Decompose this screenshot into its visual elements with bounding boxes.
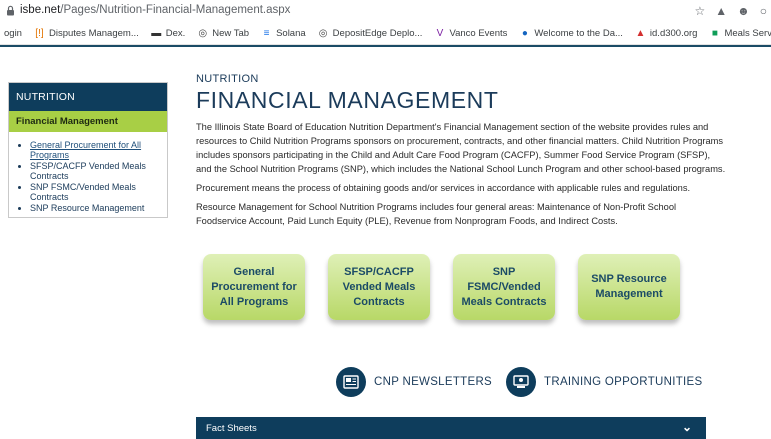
bookmark-item[interactable]: ▬ Dex. (151, 27, 186, 39)
sidebar-item-snp-resource[interactable]: SNP Resource Management (30, 203, 167, 213)
bookmark-label: Disputes Managem... (48, 27, 139, 39)
sidebar-item-snp-fsmc[interactable]: SNP FSMC/Vended Meals Contracts (30, 182, 167, 202)
sheet-icon: ■ (711, 27, 718, 39)
dispute-icon: [!] (35, 27, 44, 39)
tile-general-procurement[interactable]: General Procurement for All Programs (203, 254, 305, 320)
tile-sfsp-cacfp[interactable]: SFSP/CACFP Vended Meals Contracts (328, 254, 430, 320)
bookmark-item[interactable]: ogin (0, 28, 22, 39)
bookmark-label: DepositEdge Deplo... (332, 27, 423, 39)
bookmarks-bar: ogin [!] Disputes Managem... ▬ Dex. ◎ New Tab ≡… (0, 22, 771, 45)
fact-sheets-accordion[interactable]: Fact Sheets ⌄ (196, 417, 706, 439)
url-path: /Pages/Nutrition-Financial-Management.as… (60, 4, 291, 16)
bookmark-label: Welcome to the Da... (534, 27, 623, 39)
resource-links: CNP NEWSLETTERS TRAINING OPPORTUNITIES (336, 367, 703, 397)
bookmark-item[interactable]: V Vanco Events (434, 27, 508, 39)
bookmark-item[interactable]: ■ Meals Served Durin... (709, 28, 771, 39)
bookmark-label: New Tab (212, 27, 250, 39)
sidebar-subheading[interactable]: Financial Management (9, 111, 167, 132)
browser-toolbar: ☆ ▲ ☻ ○ (694, 3, 771, 19)
bookmark-label: Solana (276, 27, 306, 39)
bookmark-item[interactable]: ≡ Solana (261, 28, 306, 39)
page-title: FINANCIAL MANAGEMENT (196, 87, 499, 113)
training-link[interactable]: TRAINING OPPORTUNITIES (544, 376, 702, 388)
program-tiles: General Procurement for All Programs SFS… (203, 254, 680, 320)
url-host: isbe.net (20, 4, 61, 16)
globe-icon: ◎ (198, 27, 208, 39)
chevron-down-icon[interactable]: ⌄ (682, 420, 692, 434)
bird-icon: ▲ (635, 27, 646, 39)
bookmark-label: Vanco Events (449, 27, 508, 39)
newsletters-link[interactable]: CNP NEWSLETTERS (374, 376, 492, 388)
bookmark-item[interactable]: [!] Disputes Managem... (34, 27, 139, 39)
vanco-icon: V (436, 27, 444, 39)
bookmark-item[interactable]: ◎ New Tab (197, 28, 249, 39)
resource-paragraph: Resource Management for School Nutrition… (196, 202, 677, 226)
section-eyebrow: NUTRITION (196, 73, 259, 85)
browser-address-bar: isbe.net/Pages/Nutrition-Financial-Manag… (0, 0, 771, 22)
sidebar-heading: NUTRITION (9, 83, 167, 111)
sidebar-item-label[interactable]: General Procurement for All Programs (30, 140, 141, 160)
extension-icon[interactable]: ▲ (715, 3, 727, 19)
bookmark-item[interactable]: ◎ DepositEdge Deplo... (318, 28, 423, 39)
info-icon: ● (521, 27, 528, 39)
bookmark-label: id.d300.org (649, 27, 698, 39)
lock-icon (7, 5, 14, 16)
sidebar-item-general-procurement: General Procurement for All Programs (30, 140, 167, 160)
globe-icon: ◎ (318, 27, 328, 39)
training-icon[interactable] (506, 367, 537, 397)
dex-icon: ▬ (151, 27, 162, 39)
sidebar-item-label: SNP Resource Management (30, 203, 145, 213)
sidebar-list: General Procurement for All Programs SFS… (9, 140, 167, 213)
intro-paragraph: The Illinois State Board of Education Nu… (196, 122, 726, 174)
star-icon[interactable]: ☆ (694, 3, 705, 19)
bookmark-label: ogin (4, 27, 22, 39)
sidebar-nav: NUTRITION Financial Management General P… (8, 82, 168, 218)
tile-snp-resource[interactable]: SNP Resource Management (578, 254, 680, 320)
newsletter-icon[interactable] (336, 367, 366, 397)
settings-icon[interactable]: ○ (760, 3, 767, 19)
sidebar-item-label: SFSP/CACFP Vended Meals Contracts (30, 161, 146, 181)
procurement-paragraph: Procurement means the process of obtaini… (196, 183, 691, 193)
main-content: NUTRITION FINANCIAL MANAGEMENT The Illin… (196, 73, 726, 228)
fact-sheets-label: Fact Sheets (206, 422, 257, 434)
solana-icon: ≡ (263, 27, 270, 39)
header-divider (0, 45, 771, 47)
account-icon[interactable]: ☻ (737, 3, 750, 19)
bookmark-item[interactable]: ▲ id.d300.org (635, 27, 698, 39)
sidebar-item-label: SNP FSMC/Vended Meals Contracts (30, 182, 136, 202)
tile-snp-fsmc[interactable]: SNP FSMC/Vended Meals Contracts (453, 254, 555, 320)
bookmark-item[interactable]: ● Welcome to the Da... (519, 28, 623, 39)
sidebar-item-sfsp-cacfp[interactable]: SFSP/CACFP Vended Meals Contracts (30, 161, 167, 181)
bookmark-label: Meals Served Durin... (724, 27, 771, 39)
bookmark-label: Dex. (165, 27, 186, 39)
url-field[interactable]: isbe.net/Pages/Nutrition-Financial-Manag… (20, 4, 290, 16)
